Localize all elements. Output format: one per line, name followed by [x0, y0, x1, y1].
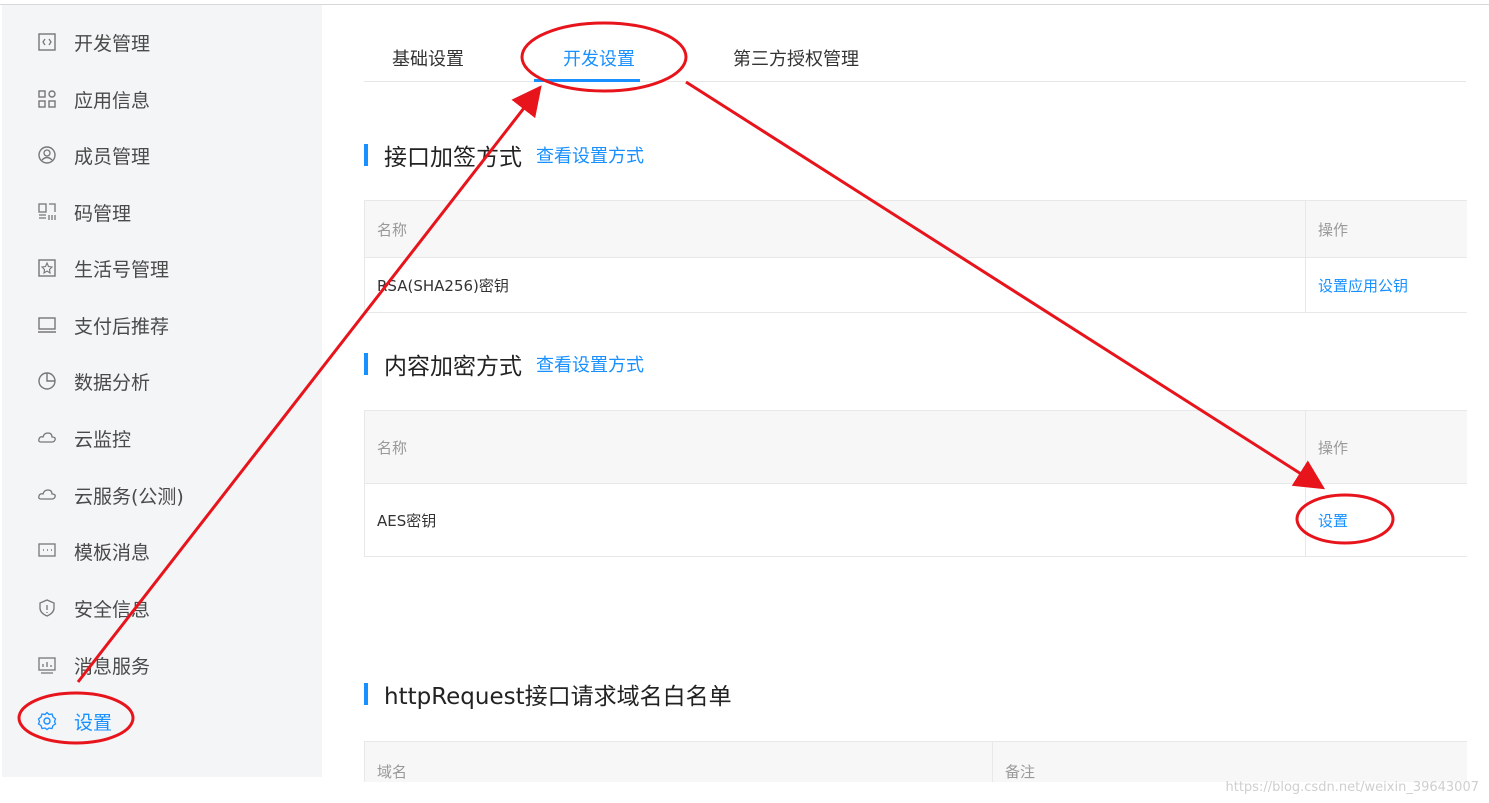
qrcode-icon	[36, 201, 58, 223]
encryption-table: 名称 操作 AES密钥 设置	[364, 410, 1467, 557]
sidebar-item-label: 生活号管理	[74, 258, 170, 281]
sidebar-item-label: 云监控	[74, 428, 132, 451]
sidebar-item-label: 应用信息	[74, 89, 151, 112]
set-aes-key-link[interactable]: 设置	[1318, 510, 1348, 531]
sidebar-item-label: 安全信息	[74, 598, 151, 621]
section-encryption-title: 内容加密方式 查看设置方式	[364, 347, 644, 381]
sidebar-item-life-account[interactable]: 生活号管理	[36, 253, 169, 283]
cloud-icon	[36, 484, 58, 506]
sidebar: 开发管理 应用信息 成员管理 码管理 生活号管理 支付后推荐 数据分析 云监控 …	[2, 5, 322, 777]
main-content: 基础设置 开发设置 第三方授权管理 接口加签方式 查看设置方式 名称 操作 RS…	[364, 5, 1467, 782]
sidebar-item-label: 消息服务	[74, 655, 151, 678]
sidebar-item-app-info[interactable]: 应用信息	[36, 84, 150, 114]
sidebar-item-post-pay-recommend[interactable]: 支付后推荐	[36, 310, 169, 340]
sidebar-item-label: 码管理	[74, 202, 132, 225]
sidebar-item-members[interactable]: 成员管理	[36, 140, 150, 170]
section-whitelist-title: httpRequest接口请求域名白名单	[364, 677, 732, 711]
pie-chart-icon	[36, 370, 58, 392]
section-marker	[364, 683, 368, 705]
sidebar-item-settings[interactable]: 设置	[36, 706, 112, 736]
section-signing-title: 接口加签方式 查看设置方式	[364, 138, 644, 172]
sidebar-item-cloud-service[interactable]: 云服务(公测)	[36, 480, 184, 510]
table-header-row: 名称 操作	[365, 411, 1467, 483]
table-row: RSA(SHA256)密钥 设置应用公钥	[365, 257, 1467, 312]
active-tab-indicator	[534, 79, 640, 82]
sidebar-item-template-message[interactable]: 模板消息	[36, 536, 150, 566]
sidebar-item-cloud-monitor[interactable]: 云监控	[36, 423, 131, 453]
section-marker	[364, 144, 368, 166]
column-header-domain: 域名	[377, 763, 408, 781]
whitelist-table: 域名 备注	[364, 741, 1467, 782]
tab-basic-settings[interactable]: 基础设置	[392, 45, 464, 71]
tab-dev-settings[interactable]: 开发设置	[563, 45, 635, 71]
star-icon	[36, 257, 58, 279]
row-action-cell: 设置应用公钥	[1305, 258, 1467, 312]
tab-third-party-auth[interactable]: 第三方授权管理	[733, 45, 859, 71]
sidebar-item-dev-management[interactable]: 开发管理	[36, 27, 150, 57]
apps-icon	[36, 88, 58, 110]
monitor-icon	[36, 314, 58, 336]
column-header-name: 名称	[377, 438, 408, 457]
column-header-action: 操作	[1305, 411, 1467, 483]
tab-bar: 基础设置 开发设置 第三方授权管理	[364, 35, 1466, 82]
sidebar-item-label: 云服务(公测)	[74, 485, 184, 508]
section-heading: 接口加签方式	[384, 145, 522, 171]
column-header-name: 名称	[377, 220, 408, 239]
gear-icon	[36, 710, 58, 732]
column-header-action: 操作	[1305, 201, 1467, 257]
chart-board-icon	[36, 654, 58, 676]
row-action-cell: 设置	[1305, 484, 1467, 556]
table-header-row: 域名 备注	[365, 742, 1467, 782]
code-icon	[36, 31, 58, 53]
sidebar-item-label: 数据分析	[74, 371, 151, 394]
section-marker	[364, 353, 368, 375]
sidebar-item-data-analysis[interactable]: 数据分析	[36, 366, 150, 396]
sidebar-item-code-management[interactable]: 码管理	[36, 197, 131, 227]
row-name: RSA(SHA256)密钥	[377, 276, 509, 295]
sidebar-item-label: 开发管理	[74, 32, 151, 55]
user-icon	[36, 144, 58, 166]
view-setting-method-link[interactable]: 查看设置方式	[536, 142, 644, 168]
section-heading: httpRequest接口请求域名白名单	[384, 684, 732, 710]
sidebar-item-label: 成员管理	[74, 145, 151, 168]
sidebar-item-message-service[interactable]: 消息服务	[36, 650, 150, 680]
table-header-row: 名称 操作	[365, 201, 1467, 257]
sidebar-item-label: 支付后推荐	[74, 315, 170, 338]
view-setting-method-link[interactable]: 查看设置方式	[536, 351, 644, 377]
set-app-public-key-link[interactable]: 设置应用公钥	[1318, 275, 1408, 296]
section-heading: 内容加密方式	[384, 354, 522, 380]
signing-table: 名称 操作 RSA(SHA256)密钥 设置应用公钥	[364, 200, 1467, 313]
sidebar-item-label: 模板消息	[74, 541, 151, 564]
table-row: AES密钥 设置	[365, 483, 1467, 556]
row-name: AES密钥	[377, 511, 437, 530]
cloud-icon	[36, 427, 58, 449]
watermark: https://blog.csdn.net/weixin_39643007	[1225, 780, 1479, 795]
shield-icon	[36, 597, 58, 619]
sidebar-item-label: 设置	[74, 711, 113, 734]
sidebar-item-security-info[interactable]: 安全信息	[36, 593, 150, 623]
message-icon	[36, 540, 58, 562]
column-header-note: 备注	[992, 742, 1467, 782]
